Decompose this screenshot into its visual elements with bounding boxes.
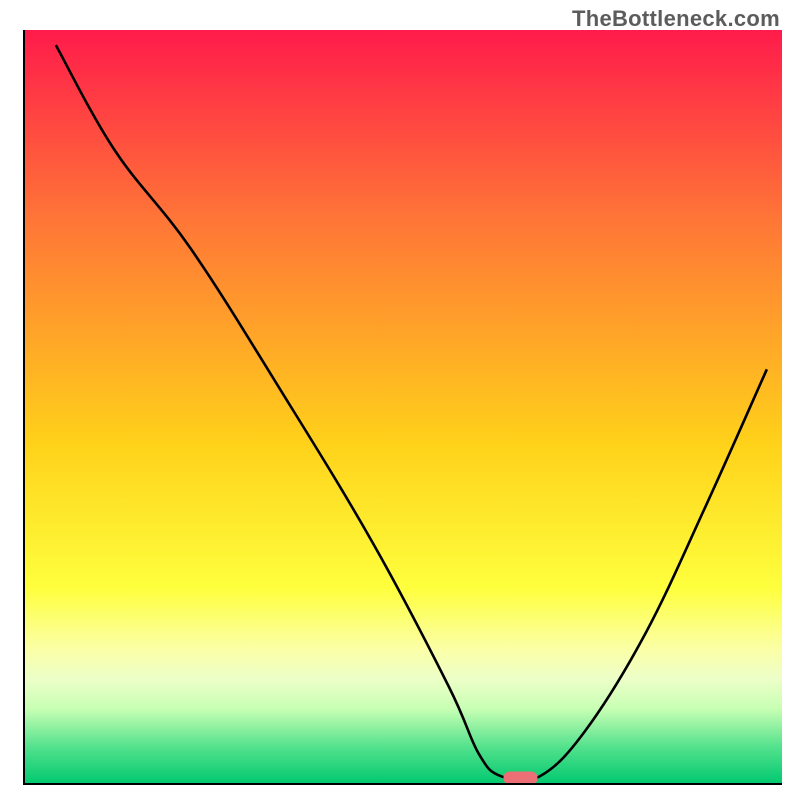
plot-svg: [0, 0, 800, 800]
gradient-background: [24, 30, 782, 784]
optimal-marker: [503, 771, 537, 784]
bottleneck-chart: TheBottleneck.com: [0, 0, 800, 800]
